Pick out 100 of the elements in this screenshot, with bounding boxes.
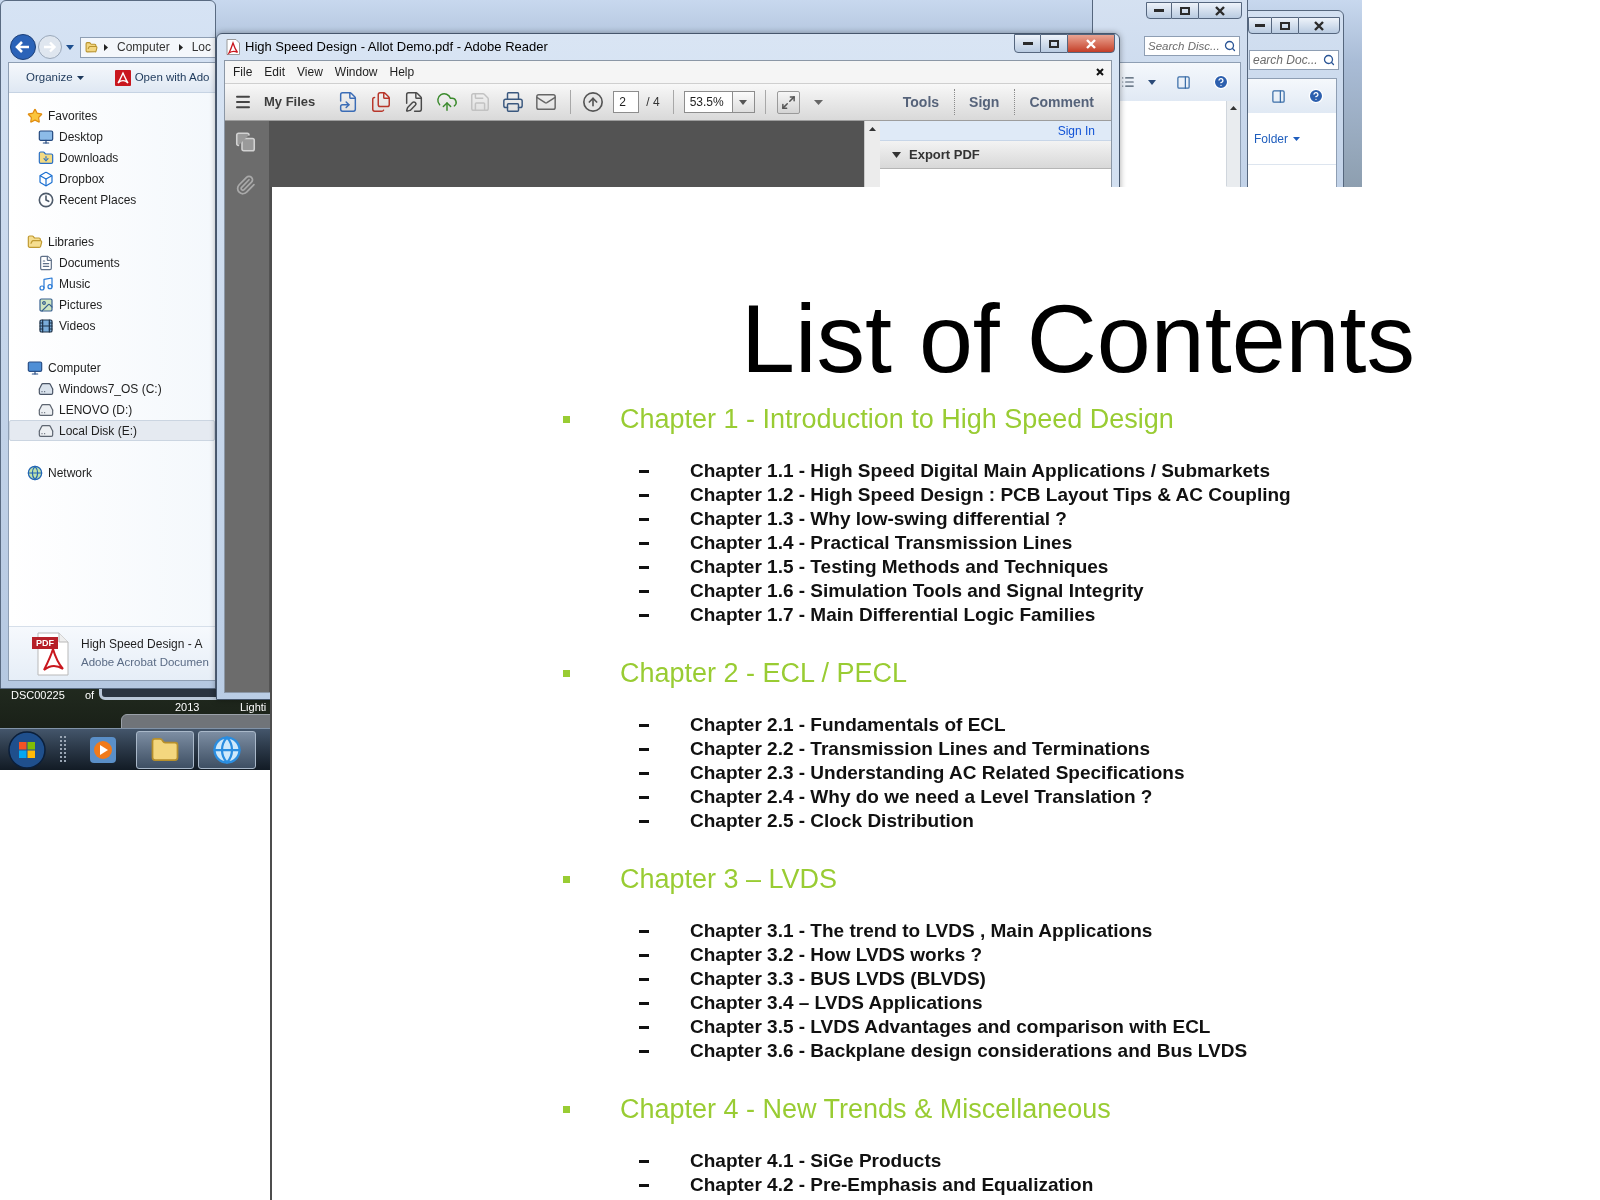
search-field[interactable]: Search Disc... <box>1144 36 1240 56</box>
nav-item[interactable]: LENOVO (D:) <box>9 399 215 420</box>
help-icon[interactable] <box>1308 88 1324 104</box>
bullet-square-icon <box>563 1105 570 1113</box>
folder-down-icon <box>38 149 54 166</box>
pane-tab[interactable]: Comment <box>1029 91 1094 113</box>
section-entry: Chapter 1.7 - Main Differential Logic Families <box>690 603 1096 627</box>
caret-icon <box>1293 136 1300 141</box>
nav-item[interactable]: Documents <box>9 252 215 273</box>
minimize-icon <box>1255 24 1265 27</box>
scroll-up-arrow-icon <box>1230 106 1237 110</box>
maximize-button[interactable] <box>1041 34 1067 53</box>
nav-item[interactable]: Network <box>9 462 215 483</box>
preview-pane-icon[interactable] <box>1271 88 1286 104</box>
taskbar-button[interactable] <box>198 730 256 769</box>
maximize-icon <box>1049 39 1059 48</box>
nav-item[interactable]: Videos <box>9 315 215 336</box>
menu-item[interactable]: Edit <box>258 63 292 81</box>
mail-icon[interactable] <box>535 91 558 113</box>
menu-item[interactable]: File <box>227 63 259 81</box>
minimize-icon <box>1022 42 1033 45</box>
breadcrumb-item[interactable]: Loc <box>191 38 212 56</box>
nav-item[interactable]: Downloads <box>9 147 215 168</box>
globe-icon <box>27 464 43 481</box>
pages-icon[interactable] <box>235 131 256 153</box>
nav-item[interactable]: Local Disk (E:) <box>9 420 215 441</box>
menu-item[interactable]: View <box>291 63 329 81</box>
maximize-button[interactable] <box>1272 17 1298 34</box>
bullet-square-icon <box>563 415 570 423</box>
nav-item[interactable]: Dropbox <box>9 168 215 189</box>
close-button[interactable] <box>1067 34 1115 53</box>
breadcrumb-arrow-icon <box>178 43 183 51</box>
my-files-button[interactable]: My Files <box>264 92 316 112</box>
minimize-button[interactable] <box>1146 2 1172 19</box>
cloud-upload-icon[interactable] <box>436 91 459 113</box>
files-icon[interactable] <box>370 91 393 113</box>
organize-button[interactable]: Organize <box>20 66 90 89</box>
dash-bullet-icon <box>639 1183 649 1187</box>
folder-menu-button[interactable]: Folder <box>1254 129 1300 148</box>
minimize-button[interactable] <box>1248 17 1272 34</box>
nav-item[interactable]: Recent Places <box>9 189 215 210</box>
taskbar-button[interactable] <box>136 730 194 769</box>
dash-bullet-icon <box>639 795 649 799</box>
section-entry: Chapter 1.4 - Practical Transmission Lines <box>690 531 1073 555</box>
dash-bullet-icon <box>639 747 649 751</box>
back-button[interactable] <box>10 34 36 60</box>
search-field[interactable]: earch Doc... <box>1249 50 1339 70</box>
folder-icon <box>27 233 43 250</box>
printer-icon[interactable] <box>502 91 525 113</box>
preview-pane-icon[interactable] <box>1176 74 1191 90</box>
help-icon[interactable] <box>1213 74 1229 90</box>
start-button[interactable] <box>8 730 46 769</box>
paperclip-icon[interactable] <box>235 174 256 196</box>
breadcrumb-arrow-icon <box>104 43 108 51</box>
nav-item[interactable]: Windows7_OS (C:) <box>9 378 215 399</box>
logo-icon <box>114 69 131 86</box>
nav-item[interactable]: Favorites <box>9 105 215 126</box>
zoom-dropdown-button[interactable] <box>732 91 755 113</box>
section-entry: Chapter 2.3 - Understanding AC Related Specifications <box>690 761 1185 785</box>
address-bar[interactable]: Computer Loc <box>80 36 215 58</box>
close-button[interactable] <box>1298 17 1340 34</box>
picture-icon <box>38 296 54 313</box>
menu-item[interactable]: Window <box>328 63 384 81</box>
dash-bullet-icon <box>639 771 649 775</box>
nav-item[interactable]: Computer <box>9 357 215 378</box>
nav-item[interactable]: Pictures <box>9 294 215 315</box>
desktop-label: of <box>85 690 95 701</box>
breadcrumb-item[interactable]: Computer <box>117 38 170 56</box>
section-entry: Chapter 3.5 - LVDS Advantages and comparison with ECL <box>690 1015 1211 1039</box>
nav-item[interactable]: Libraries <box>9 231 215 252</box>
previous-page-icon[interactable] <box>582 91 605 113</box>
full-screen-button[interactable] <box>776 90 800 114</box>
list-view-icon[interactable] <box>1121 75 1135 89</box>
nav-item[interactable]: Desktop <box>9 126 215 147</box>
nav-item[interactable]: Music <box>9 273 215 294</box>
dash-bullet-icon <box>639 469 649 473</box>
minimize-button[interactable] <box>1014 34 1041 53</box>
dash-bullet-icon <box>639 929 649 933</box>
pane-tab[interactable]: Sign <box>969 91 1000 113</box>
close-button[interactable] <box>1198 2 1242 19</box>
open-with-button[interactable]: Open with Ado <box>108 66 216 89</box>
sign-in-link[interactable]: Sign In <box>1057 121 1095 140</box>
pane-tab[interactable]: Tools <box>902 91 940 113</box>
section-entry: Chapter 4.2 - Pre-Emphasis and Equalization <box>690 1173 1094 1197</box>
scroll-up-arrow-icon <box>869 127 876 131</box>
caret-icon <box>813 99 823 105</box>
maximize-button[interactable] <box>1172 2 1198 19</box>
dash-bullet-icon <box>639 953 649 957</box>
chapter-heading: Chapter 1 - Introduction to High Speed Design <box>620 403 1174 435</box>
zoom-field[interactable]: 53.5% <box>683 91 733 113</box>
section-entry: Chapter 2.4 - Why do we need a Level Translation ? <box>690 785 1153 809</box>
pane-section-header[interactable]: Export PDF <box>880 141 1111 169</box>
dash-bullet-icon <box>639 565 649 569</box>
star-icon <box>27 107 43 124</box>
file-name: High Speed Design - A <box>81 637 204 652</box>
menu-item[interactable]: Help <box>383 63 421 81</box>
monitor-icon <box>38 128 54 145</box>
close-document-icon[interactable] <box>1096 68 1104 76</box>
page-number-field[interactable]: 2 <box>613 91 640 113</box>
menu-icon[interactable] <box>234 93 252 111</box>
